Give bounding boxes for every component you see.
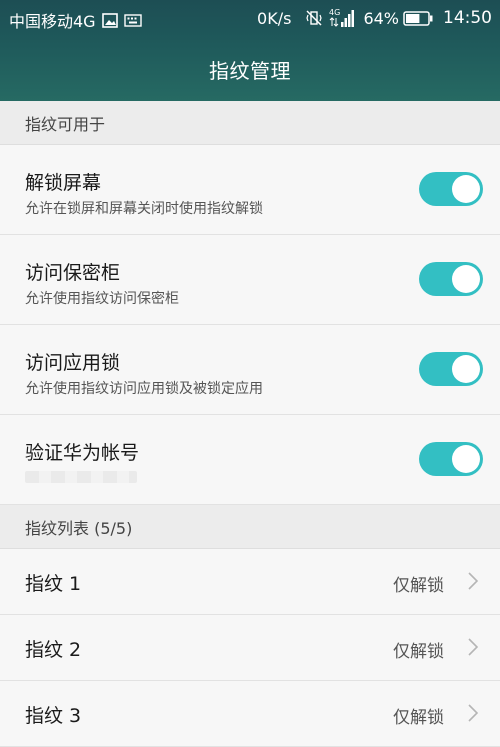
network-tag: 4G bbox=[329, 8, 340, 17]
row-subtitle: 允许在锁屏和屏幕关闭时使用指纹解锁 bbox=[25, 201, 263, 217]
fingerprint-item[interactable]: 指纹 3 仅解锁 bbox=[0, 681, 500, 747]
status-right: 0K/s 4G 64% 14:50 bbox=[257, 8, 492, 28]
fingerprint-item[interactable]: 指纹 2 仅解锁 bbox=[0, 615, 500, 681]
huawei-account-toggle[interactable] bbox=[419, 442, 483, 476]
usage-section-header: 指纹可用于 bbox=[0, 101, 500, 145]
row-title: 解锁屏幕 bbox=[25, 172, 102, 194]
fingerprint-item[interactable]: 指纹 1 仅解锁 bbox=[0, 549, 500, 615]
toggle-knob bbox=[452, 355, 480, 383]
status-left: 中国移动4G bbox=[9, 8, 142, 32]
carrier-label: 中国移动4G bbox=[9, 12, 96, 31]
row-title: 验证华为帐号 bbox=[25, 442, 140, 464]
toggle-knob bbox=[452, 265, 480, 293]
row-subtitle: 允许使用指纹访问保密柜 bbox=[25, 291, 179, 307]
row-title: 访问应用锁 bbox=[25, 352, 121, 374]
chevron-right-icon bbox=[468, 638, 478, 656]
row-title: 访问保密柜 bbox=[25, 262, 121, 284]
app-lock-row[interactable]: 访问应用锁 允许使用指纹访问应用锁及被锁定应用 bbox=[0, 325, 500, 415]
chevron-right-icon bbox=[468, 572, 478, 590]
huawei-account-row[interactable]: 验证华为帐号 bbox=[0, 415, 500, 505]
status-bar: 中国移动4G 0K/s 4G 64% 14:50 bbox=[0, 0, 500, 36]
fingerprint-name: 指纹 3 bbox=[25, 705, 82, 727]
vibrate-icon bbox=[305, 9, 323, 27]
signal-icon: 4G bbox=[329, 8, 355, 28]
status-time: 14:50 bbox=[443, 8, 492, 28]
fingerprint-usage: 仅解锁 bbox=[393, 576, 444, 596]
toggle-knob bbox=[452, 445, 480, 473]
chevron-right-icon bbox=[468, 704, 478, 722]
battery-percent: 64% bbox=[363, 8, 399, 28]
image-icon bbox=[101, 12, 118, 28]
redacted-account-text bbox=[25, 471, 137, 483]
battery-icon bbox=[403, 10, 433, 26]
toggle-knob bbox=[452, 175, 480, 203]
fingerprint-list-header: 指纹列表 (5/5) bbox=[0, 505, 500, 549]
net-speed: 0K/s bbox=[257, 8, 292, 28]
row-subtitle: 允许使用指纹访问应用锁及被锁定应用 bbox=[25, 381, 263, 397]
fingerprint-name: 指纹 2 bbox=[25, 639, 82, 661]
page-title: 指纹管理 bbox=[209, 58, 291, 83]
safe-access-toggle[interactable] bbox=[419, 262, 483, 296]
unlock-screen-row[interactable]: 解锁屏幕 允许在锁屏和屏幕关闭时使用指纹解锁 bbox=[0, 145, 500, 235]
app-lock-toggle[interactable] bbox=[419, 352, 483, 386]
unlock-screen-toggle[interactable] bbox=[419, 172, 483, 206]
fingerprint-usage: 仅解锁 bbox=[393, 708, 444, 728]
fingerprint-name: 指纹 1 bbox=[25, 573, 82, 595]
keyboard-icon bbox=[123, 13, 142, 27]
fingerprint-usage: 仅解锁 bbox=[393, 642, 444, 662]
safe-access-row[interactable]: 访问保密柜 允许使用指纹访问保密柜 bbox=[0, 235, 500, 325]
app-header: 中国移动4G 0K/s 4G 64% 14:50 指纹管理 bbox=[0, 0, 500, 101]
